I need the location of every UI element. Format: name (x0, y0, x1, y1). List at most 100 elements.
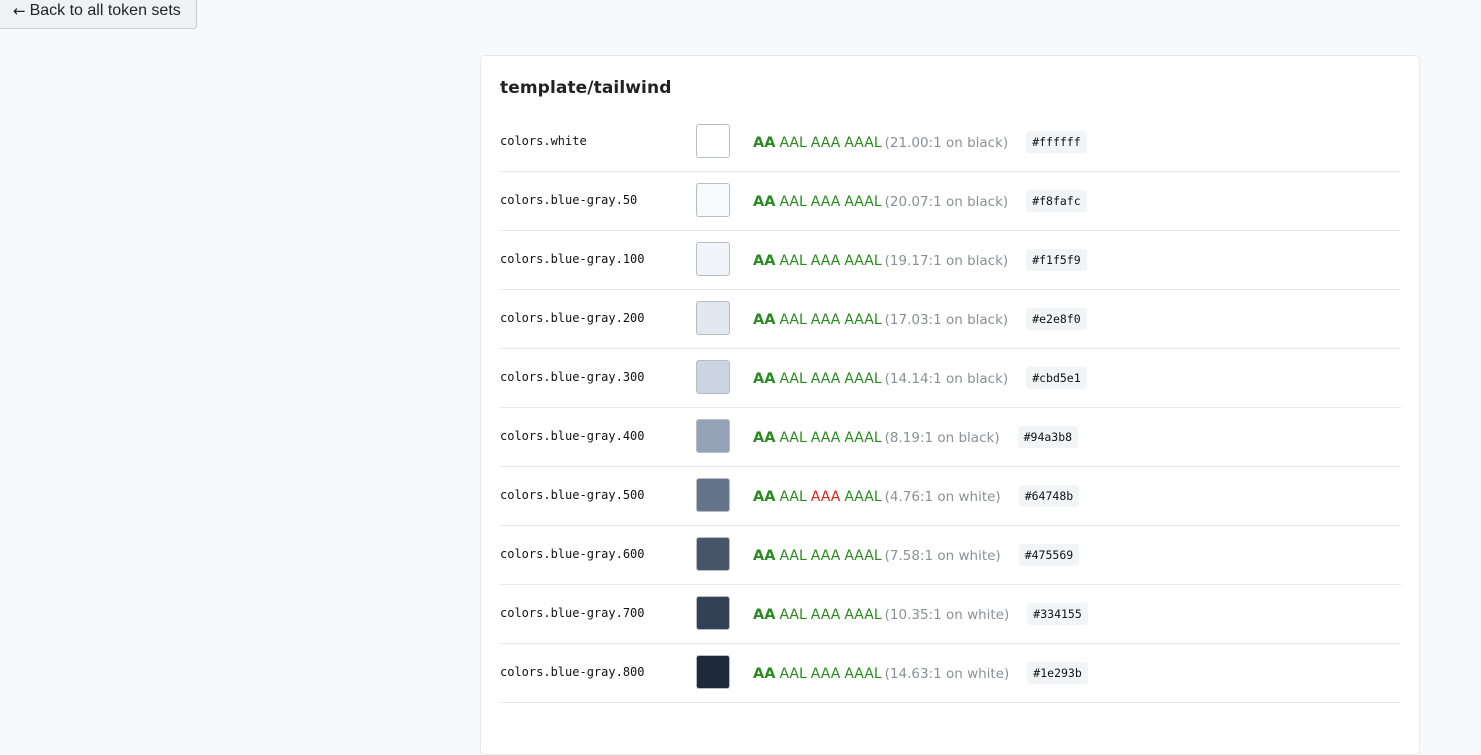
level-aa-badge: AA (753, 489, 776, 505)
level-aal-badge: AAL (779, 666, 807, 682)
level-aaal-badge: AAAL (844, 607, 882, 623)
color-swatch (696, 360, 730, 394)
token-name: colors.blue-gray.500 (500, 488, 645, 502)
token-row: colors.blue-gray.700 AA AAL AAA AAAL (10… (500, 585, 1401, 644)
contrast-levels: AA AAL AAA AAAL (19.17:1 on black) #f1f5… (753, 249, 1087, 272)
contrast-ratio: (19.17:1 on black) (884, 253, 1009, 269)
color-swatch (696, 124, 730, 158)
contrast-ratio: (14.14:1 on black) (884, 371, 1009, 387)
level-aa-badge: AA (753, 371, 776, 387)
level-aa-badge: AA (753, 666, 776, 682)
contrast-ratio: (20.07:1 on black) (884, 194, 1009, 210)
hex-value: #cbd5e1 (1026, 367, 1087, 389)
contrast-ratio: (8.19:1 on black) (884, 430, 1000, 446)
token-name: colors.blue-gray.50 (500, 193, 638, 207)
level-aaa-badge: AAA (810, 253, 841, 269)
color-swatch (696, 301, 730, 335)
level-aaal-badge: AAAL (844, 548, 882, 564)
level-aa-badge: AA (753, 607, 776, 623)
level-aal-badge: AAL (779, 312, 807, 328)
color-swatch (696, 478, 730, 512)
level-aal-badge: AAL (779, 607, 807, 623)
contrast-levels: AA AAL AAA AAAL (4.76:1 on white) #64748… (753, 485, 1080, 508)
token-row: colors.blue-gray.300 AA AAL AAA AAAL (14… (500, 349, 1401, 408)
hex-value: #ffffff (1026, 131, 1087, 153)
level-aa-badge: AA (753, 253, 776, 269)
token-row: colors.blue-gray.600 AA AAL AAA AAAL (7.… (500, 526, 1401, 585)
level-aaa-badge: AAA (810, 430, 841, 446)
level-aa-badge: AA (753, 430, 776, 446)
token-row: colors.blue-gray.800 AA AAL AAA AAAL (14… (500, 644, 1401, 703)
level-aa-badge: AA (753, 548, 776, 564)
hex-value: #334155 (1027, 603, 1088, 625)
level-aaal-badge: AAAL (844, 194, 882, 210)
level-aa-badge: AA (753, 312, 776, 328)
level-aaa-badge: AAA (810, 666, 841, 682)
level-aaal-badge: AAAL (844, 253, 882, 269)
token-name: colors.blue-gray.100 (500, 252, 645, 266)
color-swatch (696, 419, 730, 453)
token-name: colors.white (500, 134, 587, 148)
token-name: colors.blue-gray.200 (500, 311, 645, 325)
hex-value: #94a3b8 (1017, 426, 1079, 448)
hex-value: #f8fafc (1026, 190, 1087, 212)
color-swatch (696, 183, 730, 217)
level-aa-badge: AA (753, 194, 776, 210)
level-aa-badge: AA (753, 135, 776, 151)
level-aaal-badge: AAAL (844, 430, 882, 446)
level-aaal-badge: AAAL (844, 489, 882, 505)
token-set-title: template/tailwind (500, 78, 672, 98)
level-aaa-badge: AAA (810, 135, 841, 151)
token-row: colors.blue-gray.500 AA AAL AAA AAAL (4.… (500, 467, 1401, 526)
contrast-levels: AA AAL AAA AAAL (21.00:1 on black) #ffff… (753, 131, 1087, 154)
token-row: colors.blue-gray.100 AA AAL AAA AAAL (19… (500, 231, 1401, 290)
token-set-card: template/tailwind colors.white AA AAL AA… (480, 55, 1420, 755)
level-aaal-badge: AAAL (844, 312, 882, 328)
color-swatch (696, 242, 730, 276)
color-swatch (696, 596, 730, 630)
contrast-ratio: (10.35:1 on white) (884, 607, 1010, 623)
contrast-levels: AA AAL AAA AAAL (8.19:1 on black) #94a3b… (753, 426, 1079, 449)
token-name: colors.blue-gray.800 (500, 665, 645, 679)
contrast-ratio: (14.63:1 on white) (884, 666, 1010, 682)
color-swatch (696, 655, 730, 689)
level-aal-badge: AAL (779, 430, 807, 446)
hex-value: #f1f5f9 (1026, 249, 1087, 271)
level-aaa-badge: AAA (810, 194, 841, 210)
back-button-label: Back to all token sets (29, 2, 181, 19)
color-swatch (696, 537, 730, 571)
contrast-levels: AA AAL AAA AAAL (17.03:1 on black) #e2e8… (753, 308, 1087, 331)
token-name: colors.blue-gray.600 (500, 547, 645, 561)
token-name: colors.blue-gray.300 (500, 370, 645, 384)
contrast-levels: AA AAL AAA AAAL (14.14:1 on black) #cbd5… (753, 367, 1087, 390)
contrast-ratio: (7.58:1 on white) (884, 548, 1001, 564)
level-aal-badge: AAL (779, 194, 807, 210)
contrast-levels: AA AAL AAA AAAL (20.07:1 on black) #f8fa… (753, 190, 1087, 213)
contrast-levels: AA AAL AAA AAAL (7.58:1 on white) #47556… (753, 544, 1080, 567)
level-aaa-badge: AAA (810, 312, 841, 328)
hex-value: #64748b (1018, 485, 1080, 507)
hex-value: #e2e8f0 (1026, 308, 1087, 330)
level-aal-badge: AAL (779, 371, 807, 387)
contrast-ratio: (17.03:1 on black) (884, 312, 1009, 328)
back-to-token-sets-button[interactable]: ← Back to all token sets (0, 0, 197, 29)
token-row: colors.blue-gray.200 AA AAL AAA AAAL (17… (500, 290, 1401, 349)
level-aal-badge: AAL (779, 135, 807, 151)
level-aaal-badge: AAAL (844, 135, 882, 151)
contrast-ratio: (21.00:1 on black) (884, 135, 1009, 151)
token-list: colors.white AA AAL AAA AAAL (21.00:1 on… (500, 113, 1401, 703)
contrast-ratio: (4.76:1 on white) (884, 489, 1001, 505)
token-row: colors.blue-gray.400 AA AAL AAA AAAL (8.… (500, 408, 1401, 467)
level-aaal-badge: AAAL (844, 666, 882, 682)
back-arrow-icon: ← (13, 2, 26, 20)
level-aaa-badge: AAA (810, 548, 841, 564)
token-row: colors.blue-gray.50 AA AAL AAA AAAL (20.… (500, 172, 1401, 231)
level-aaa-badge: AAA (810, 489, 841, 505)
hex-value: #475569 (1018, 544, 1080, 566)
level-aaa-badge: AAA (810, 371, 841, 387)
contrast-levels: AA AAL AAA AAAL (10.35:1 on white) #3341… (753, 603, 1088, 626)
hex-value: #1e293b (1027, 662, 1088, 684)
token-name: colors.blue-gray.400 (500, 429, 645, 443)
level-aal-badge: AAL (779, 489, 807, 505)
token-name: colors.blue-gray.700 (500, 606, 645, 620)
